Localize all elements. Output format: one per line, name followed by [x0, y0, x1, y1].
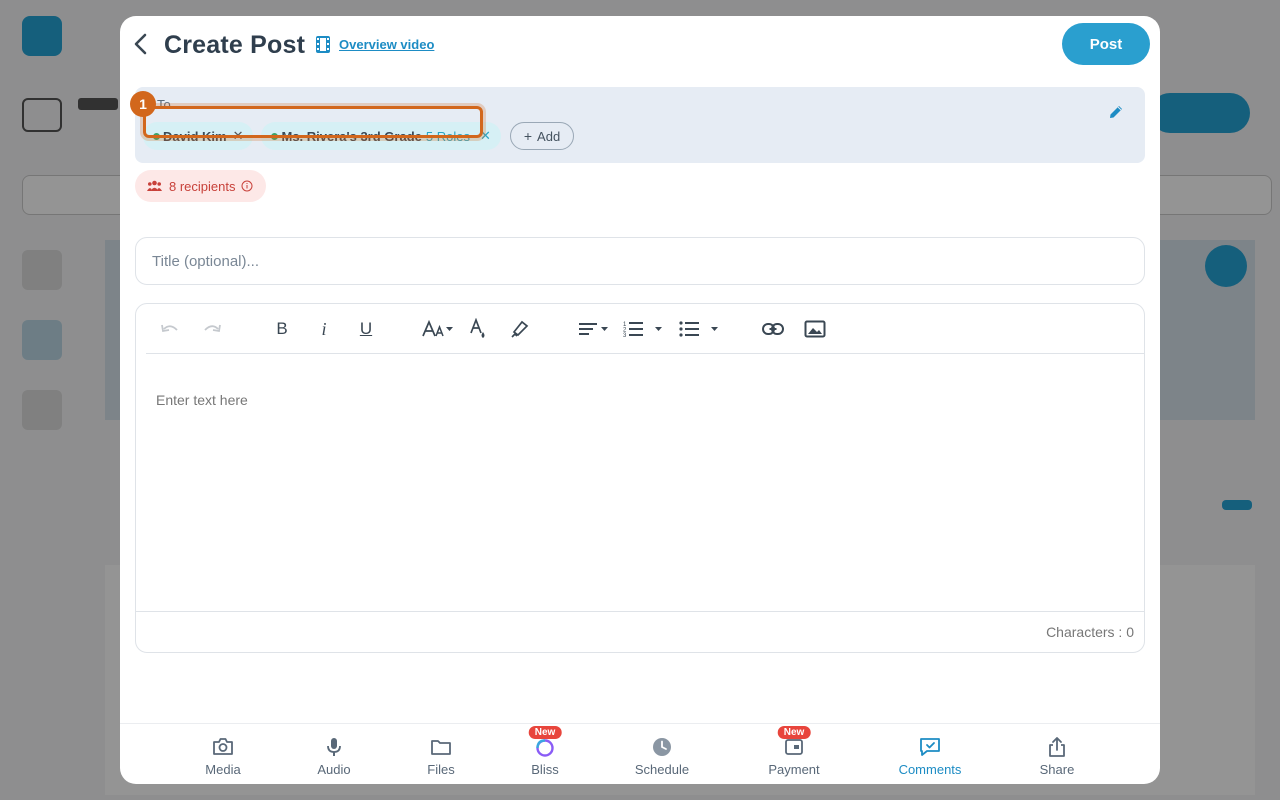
editor-toolbar: B i U 1 2 3 [136, 304, 1144, 354]
align-icon [579, 323, 608, 335]
editor-footer-divider [136, 611, 1144, 612]
new-badge: New [777, 726, 811, 739]
new-badge: New [528, 726, 562, 739]
text-color-button[interactable] [466, 317, 490, 341]
italic-icon: i [321, 318, 327, 339]
create-post-modal: Create Post Overview video Post To David… [120, 16, 1160, 784]
image-button[interactable] [802, 317, 828, 341]
bottom-nav-label: Schedule [634, 762, 690, 777]
bold-button[interactable]: B [270, 317, 294, 341]
bottom-nav-label: Share [1039, 762, 1075, 777]
bottom-nav-comments[interactable]: Comments [880, 724, 980, 784]
bottom-nav-schedule[interactable]: Schedule [612, 724, 712, 784]
pencil-icon [1110, 106, 1122, 118]
comments-icon [920, 738, 940, 756]
step-highlight-box [143, 106, 483, 138]
add-recipient-button[interactable]: + Add [509, 122, 575, 150]
step-number-badge: 1 [130, 91, 156, 117]
payment-icon [785, 739, 803, 755]
info-icon [241, 180, 253, 192]
character-count: Characters : 0 [1046, 624, 1134, 640]
camera-icon [213, 738, 233, 755]
redo-button[interactable] [198, 317, 226, 341]
highlighter-icon [511, 320, 529, 338]
bottom-nav-media[interactable]: Media [173, 724, 273, 784]
text-color-icon [470, 318, 485, 338]
page-title: Create Post [164, 31, 306, 59]
toolbar-divider [146, 353, 1144, 354]
film-icon [316, 36, 330, 53]
microphone-icon [327, 738, 341, 756]
svg-text:3: 3 [623, 333, 627, 338]
redo-icon [204, 324, 221, 333]
edit-recipients-button[interactable] [1107, 103, 1125, 121]
bottom-nav-files[interactable]: Files [391, 724, 491, 784]
bottom-nav-payment[interactable]: New Payment [744, 724, 844, 784]
underline-button[interactable]: U [354, 317, 378, 341]
post-title-input[interactable] [135, 237, 1145, 285]
italic-button[interactable]: i [312, 317, 336, 341]
font-size-button[interactable] [420, 317, 456, 341]
bottom-nav-bliss[interactable]: New Bliss [495, 724, 595, 784]
numbered-list-button[interactable]: 1 2 3 [622, 317, 666, 341]
bottom-toolbar: Media Audio Files New Bliss Schedule New… [120, 723, 1160, 784]
bottom-nav-label: Comments [898, 762, 962, 777]
overview-video-link[interactable]: Overview video [316, 36, 434, 53]
link-icon [762, 323, 784, 335]
underline-icon: U [359, 319, 373, 338]
modal-header: Create Post Overview video Post [120, 16, 1160, 76]
group-icon [147, 180, 162, 191]
editor-text-area[interactable]: Enter text here [156, 392, 248, 408]
overview-video-label: Overview video [339, 37, 435, 52]
undo-button[interactable] [156, 317, 184, 341]
post-button[interactable]: Post [1062, 23, 1150, 65]
align-button[interactable] [576, 317, 612, 341]
add-recipient-label: Add [537, 128, 561, 144]
highlight-button[interactable] [508, 317, 532, 341]
bliss-icon [536, 739, 554, 757]
share-icon [1049, 737, 1065, 757]
recipients-count-label: 8 recipients [169, 178, 236, 194]
bullet-list-button[interactable] [678, 317, 722, 341]
back-button[interactable] [128, 30, 156, 58]
clock-icon [653, 738, 671, 756]
bottom-nav-label: Payment [768, 762, 820, 777]
plus-icon: + [523, 128, 533, 144]
bottom-nav-label: Files [427, 762, 455, 777]
image-icon [804, 320, 826, 338]
bottom-nav-share[interactable]: Share [1007, 724, 1107, 784]
font-size-icon [422, 320, 453, 337]
folder-icon [431, 740, 451, 755]
bold-icon: B [276, 319, 288, 338]
bottom-nav-label: Audio [317, 762, 351, 777]
link-button[interactable] [760, 317, 786, 341]
recipients-count-badge[interactable]: 8 recipients [135, 170, 266, 202]
undo-icon [161, 324, 178, 333]
bottom-nav-label: Bliss [531, 762, 559, 777]
rich-text-editor: B i U 1 2 3 Enter text here Characters:… [135, 303, 1145, 653]
numbered-list-icon: 1 2 3 [623, 322, 662, 338]
bottom-nav-audio[interactable]: Audio [284, 724, 384, 784]
bottom-nav-label: Media [205, 762, 241, 777]
chevron-left-icon [134, 33, 147, 55]
bullet-list-icon [679, 321, 718, 337]
